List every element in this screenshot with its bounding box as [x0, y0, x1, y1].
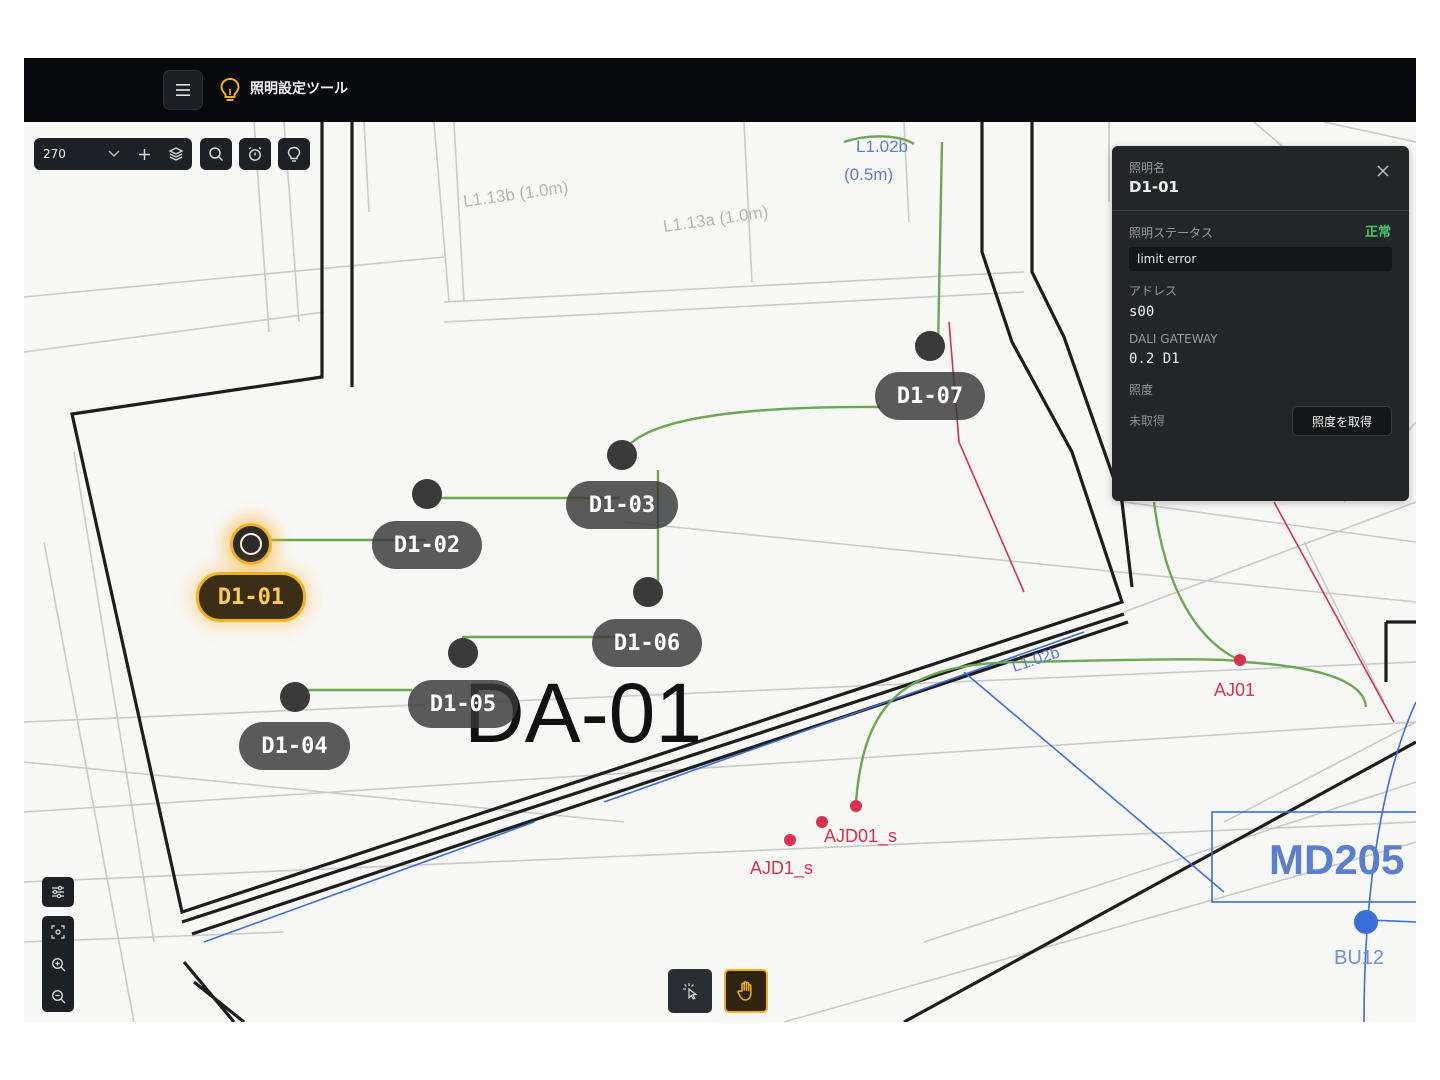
menu-button[interactable] [163, 70, 203, 110]
light-name-value: D1-01 [1129, 178, 1179, 196]
close-panel-button[interactable] [1374, 162, 1392, 180]
panel-divider [1112, 210, 1409, 211]
light-label[interactable]: D1-04 [239, 722, 350, 770]
light-dot[interactable] [412, 479, 442, 509]
plus-icon [138, 148, 150, 160]
gateway-value: 0.2 D1 [1129, 351, 1180, 367]
light-dot[interactable] [633, 577, 663, 607]
app-window: 照明設定ツール DA-01 MD205 BU12 AJ01 AJD01_s AJ… [24, 58, 1416, 1022]
light-label[interactable]: D1-01 [196, 572, 306, 622]
lightbulb-icon [287, 146, 301, 162]
light-label[interactable]: D1-06 [592, 619, 702, 667]
light-detail-panel: 照明名 D1-01 照明ステータス 正常 limit error アドレス s0… [1112, 146, 1409, 501]
light-label[interactable]: D1-07 [875, 372, 985, 420]
settings-button[interactable] [42, 877, 74, 907]
error-message: limit error [1129, 247, 1392, 271]
lightbulb-icon [220, 77, 240, 101]
alarm-icon [248, 146, 262, 161]
add-button[interactable] [134, 144, 154, 164]
illuminance-value: 未取得 [1129, 414, 1166, 428]
ajd01-label: AJD01_s [824, 826, 897, 847]
focus-icon [51, 925, 65, 939]
light-button[interactable] [278, 138, 310, 170]
sliders-icon [52, 885, 64, 899]
l02b-top-label: L1.02b [856, 137, 908, 156]
hand-icon [737, 981, 752, 1001]
fetch-illuminance-button[interactable]: 照度を取得 [1292, 406, 1392, 436]
app-title: 照明設定ツール [250, 81, 348, 97]
top-bar: 照明設定ツール [24, 58, 1416, 122]
address-value: s00 [1129, 304, 1155, 320]
search-button[interactable] [200, 138, 232, 170]
zoom-layer-group: 270 [34, 138, 192, 170]
status-label: 照明ステータス [1129, 226, 1214, 240]
layers-button[interactable] [166, 144, 186, 164]
l02b-top-length: (0.5m) [844, 165, 893, 184]
gateway-label: DALI GATEWAY [1129, 332, 1218, 346]
zoom-dropdown-button[interactable] [104, 144, 124, 164]
zoom-out-button[interactable] [48, 986, 68, 1006]
zoom-select[interactable]: 270 [43, 146, 66, 162]
light-dot[interactable] [915, 331, 945, 361]
alarm-button[interactable] [239, 138, 271, 170]
ajd1-label: AJD1_s [750, 858, 813, 879]
light-dot[interactable] [448, 638, 478, 668]
address-label: アドレス [1129, 284, 1178, 298]
menu-icon [176, 84, 190, 96]
select-mode-button[interactable] [668, 969, 712, 1013]
layers-icon [168, 147, 184, 161]
light-dot[interactable] [607, 440, 637, 470]
pointer-icon [683, 983, 698, 1000]
chevron-down-icon [108, 150, 120, 158]
illuminance-label: 照度 [1129, 383, 1154, 397]
light-dot[interactable] [280, 682, 310, 712]
zoom-in-icon [51, 957, 65, 971]
aj01-label: AJ01 [1214, 680, 1255, 700]
light-label[interactable]: D1-05 [408, 680, 518, 728]
room-label: MD205 [1269, 836, 1404, 883]
zoom-in-button[interactable] [48, 954, 68, 974]
fit-view-button[interactable] [48, 922, 68, 942]
status-badge: 正常 [1364, 225, 1391, 240]
close-icon [1377, 165, 1389, 177]
pan-mode-button[interactable] [724, 969, 768, 1013]
zoom-out-icon [51, 989, 65, 1003]
bu-label: BU12 [1334, 947, 1384, 969]
light-label[interactable]: D1-03 [566, 481, 678, 529]
search-icon [209, 147, 224, 162]
light-name-label: 照明名 [1129, 161, 1166, 175]
zoom-controls [42, 916, 74, 1012]
light-label[interactable]: D1-02 [372, 521, 482, 569]
light-dot[interactable] [230, 523, 272, 565]
